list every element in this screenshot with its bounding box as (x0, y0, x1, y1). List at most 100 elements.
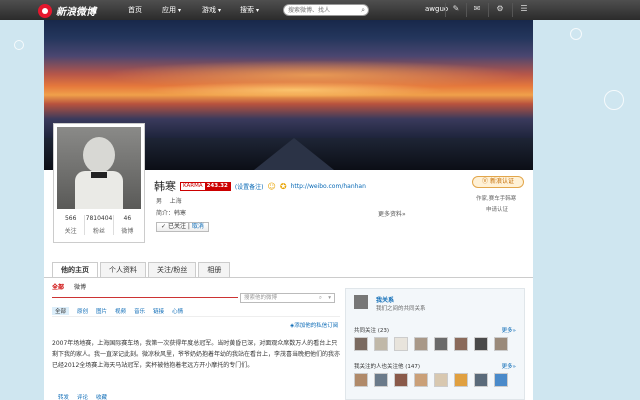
logo-text: 新浪微博 (56, 7, 96, 18)
nav-home[interactable]: 首页 (128, 5, 142, 15)
weibo-logo[interactable]: 新浪微博 (38, 3, 96, 18)
location: 上海 (169, 198, 182, 205)
more-link[interactable]: 更多» (502, 326, 516, 334)
profile-tabs: 他的主页 个人资料 关注/粉丝 相册 (52, 262, 232, 277)
set-remark-link[interactable]: (设置备注) (235, 182, 264, 191)
avatar[interactable] (474, 337, 488, 351)
subtab-all[interactable]: 全部 (52, 282, 64, 291)
followed-button[interactable]: ✓ 已关注 | 取消 (156, 222, 209, 232)
profile-name: 韩寒 (154, 180, 176, 193)
profile-avatar-card: 566 关注 7810404 粉丝 46 微博 (53, 123, 145, 243)
filter-music[interactable]: 音乐 (134, 307, 145, 315)
search-icon[interactable]: ⌕ (319, 294, 322, 302)
tab-follow-fans[interactable]: 关注/粉丝 (148, 262, 197, 277)
active-tab-underline (52, 297, 238, 298)
divider (44, 277, 533, 278)
smiley-icon[interactable]: ☺ (268, 182, 276, 191)
top-search-box: ⌕ (283, 4, 369, 16)
search-icon[interactable]: ⌕ (361, 6, 365, 15)
subtab-weibo[interactable]: 微博 (74, 282, 86, 291)
divider (512, 3, 513, 17)
decorative-bubble (14, 40, 24, 50)
post-actions: 转发 评论 收藏 (58, 393, 107, 400)
favorite-link[interactable]: 收藏 (96, 393, 107, 400)
nav-apps[interactable]: 应用 ▾ (162, 5, 181, 15)
chevron-down-icon: ▾ (256, 7, 260, 14)
filter-original[interactable]: 原创 (77, 307, 88, 315)
tab-profile[interactable]: 个人资料 (100, 262, 146, 277)
avatar[interactable] (454, 373, 468, 387)
avatar[interactable] (57, 127, 141, 209)
divider (466, 3, 467, 17)
feed-filters: 全部 原创 图片 视频 音乐 链接 心情 (52, 307, 183, 315)
verify-description: 作家,赛车手韩寒 (476, 196, 517, 202)
weibo-eye-icon (38, 3, 52, 18)
chevron-down-icon[interactable]: ▾ (328, 294, 331, 302)
filter-all[interactable]: 全部 (52, 307, 70, 315)
divider (488, 3, 489, 17)
avatar[interactable] (354, 295, 368, 309)
me-relation: 我们之间的共同关系 (376, 306, 426, 312)
avatar[interactable] (494, 373, 508, 387)
decorative-bubble (570, 28, 582, 40)
tab-home[interactable]: 他的主页 (52, 262, 98, 277)
avatar[interactable] (354, 337, 368, 351)
avatar[interactable] (374, 337, 388, 351)
nav-games[interactable]: 游戏 ▾ (202, 5, 221, 15)
filter-images[interactable]: 图片 (96, 307, 107, 315)
avatar[interactable] (414, 337, 428, 351)
avatar[interactable] (474, 373, 488, 387)
avatar[interactable] (494, 337, 508, 351)
profile-name-row: 韩寒 KARMA 243.32 (设置备注) ☺ ✪ http://weibo.… (154, 178, 366, 194)
decorative-bubble (604, 90, 624, 110)
medal-icon[interactable]: ✪ (280, 182, 287, 191)
top-navigation-bar: 新浪微博 首页 应用▾ 游戏▾ 搜索▾ ⌕ awguo ✎ ✉ ⚙ ☰ (0, 0, 640, 20)
verified-v-icon: Ⓥ (482, 178, 489, 185)
profile-stats: 566 关注 7810404 粉丝 46 微博 (57, 215, 141, 235)
subscribe-link[interactable]: ◈添加他的私信订阅 (290, 321, 338, 329)
avatar[interactable] (394, 337, 408, 351)
stat-posts[interactable]: 46 微博 (112, 215, 141, 235)
apply-verify-link[interactable]: 申请认证 (486, 205, 508, 213)
divider (445, 3, 446, 17)
avatar[interactable] (454, 337, 468, 351)
chevron-down-icon: ▾ (218, 7, 222, 14)
edit-icon[interactable]: ✎ (450, 3, 462, 15)
repost-link[interactable]: 转发 (58, 393, 69, 400)
nav-search[interactable]: 搜索 ▾ (240, 5, 259, 15)
unfollow-link[interactable]: 取消 (192, 223, 204, 230)
avatar[interactable] (414, 373, 428, 387)
relationship-sidebar: 我关系 我们之间的共同关系 共同关注 (23) 更多» 我关注的人也关注他 (1… (345, 288, 525, 400)
gear-icon[interactable]: ⚙ (494, 3, 506, 15)
profile-url-link[interactable]: http://weibo.com/hanhan (291, 183, 366, 190)
common-follow-header: 共同关注 (23) (354, 328, 390, 334)
comment-link[interactable]: 评论 (77, 393, 88, 400)
gender: 男 (156, 198, 163, 205)
filter-links[interactable]: 链接 (153, 307, 164, 315)
avatar[interactable] (394, 373, 408, 387)
avatar[interactable] (374, 373, 388, 387)
me-name[interactable]: 我关系 (376, 295, 394, 304)
divider (52, 316, 340, 317)
top-search-input[interactable] (284, 5, 354, 15)
avatar[interactable] (434, 373, 448, 387)
menu-icon[interactable]: ☰ (518, 3, 530, 15)
tab-album[interactable]: 相册 (198, 262, 231, 277)
verified-badge[interactable]: Ⓥ 新浪认证 (472, 176, 524, 188)
avatar[interactable] (354, 373, 368, 387)
more-link[interactable]: 更多» (502, 362, 516, 370)
more-info-link[interactable]: 更多资料» (378, 209, 406, 218)
common-fans-avatars (354, 373, 508, 387)
karma-badge[interactable]: KARMA 243.32 (180, 181, 231, 191)
filter-video[interactable]: 视频 (115, 307, 126, 315)
stat-following[interactable]: 566 关注 (57, 215, 84, 235)
profile-gender-location: 男 上海 (156, 196, 182, 205)
profile-bio: 简介：韩寒 (156, 210, 187, 217)
chevron-down-icon: ▾ (178, 7, 182, 14)
common-follow-avatars (354, 337, 508, 351)
stat-followers[interactable]: 7810404 粉丝 (84, 215, 112, 235)
filter-mood[interactable]: 心情 (172, 307, 183, 315)
feed-search-input[interactable]: 搜索他的微博 ⌕ ▾ (240, 293, 335, 303)
mail-icon[interactable]: ✉ (471, 3, 483, 15)
avatar[interactable] (434, 337, 448, 351)
